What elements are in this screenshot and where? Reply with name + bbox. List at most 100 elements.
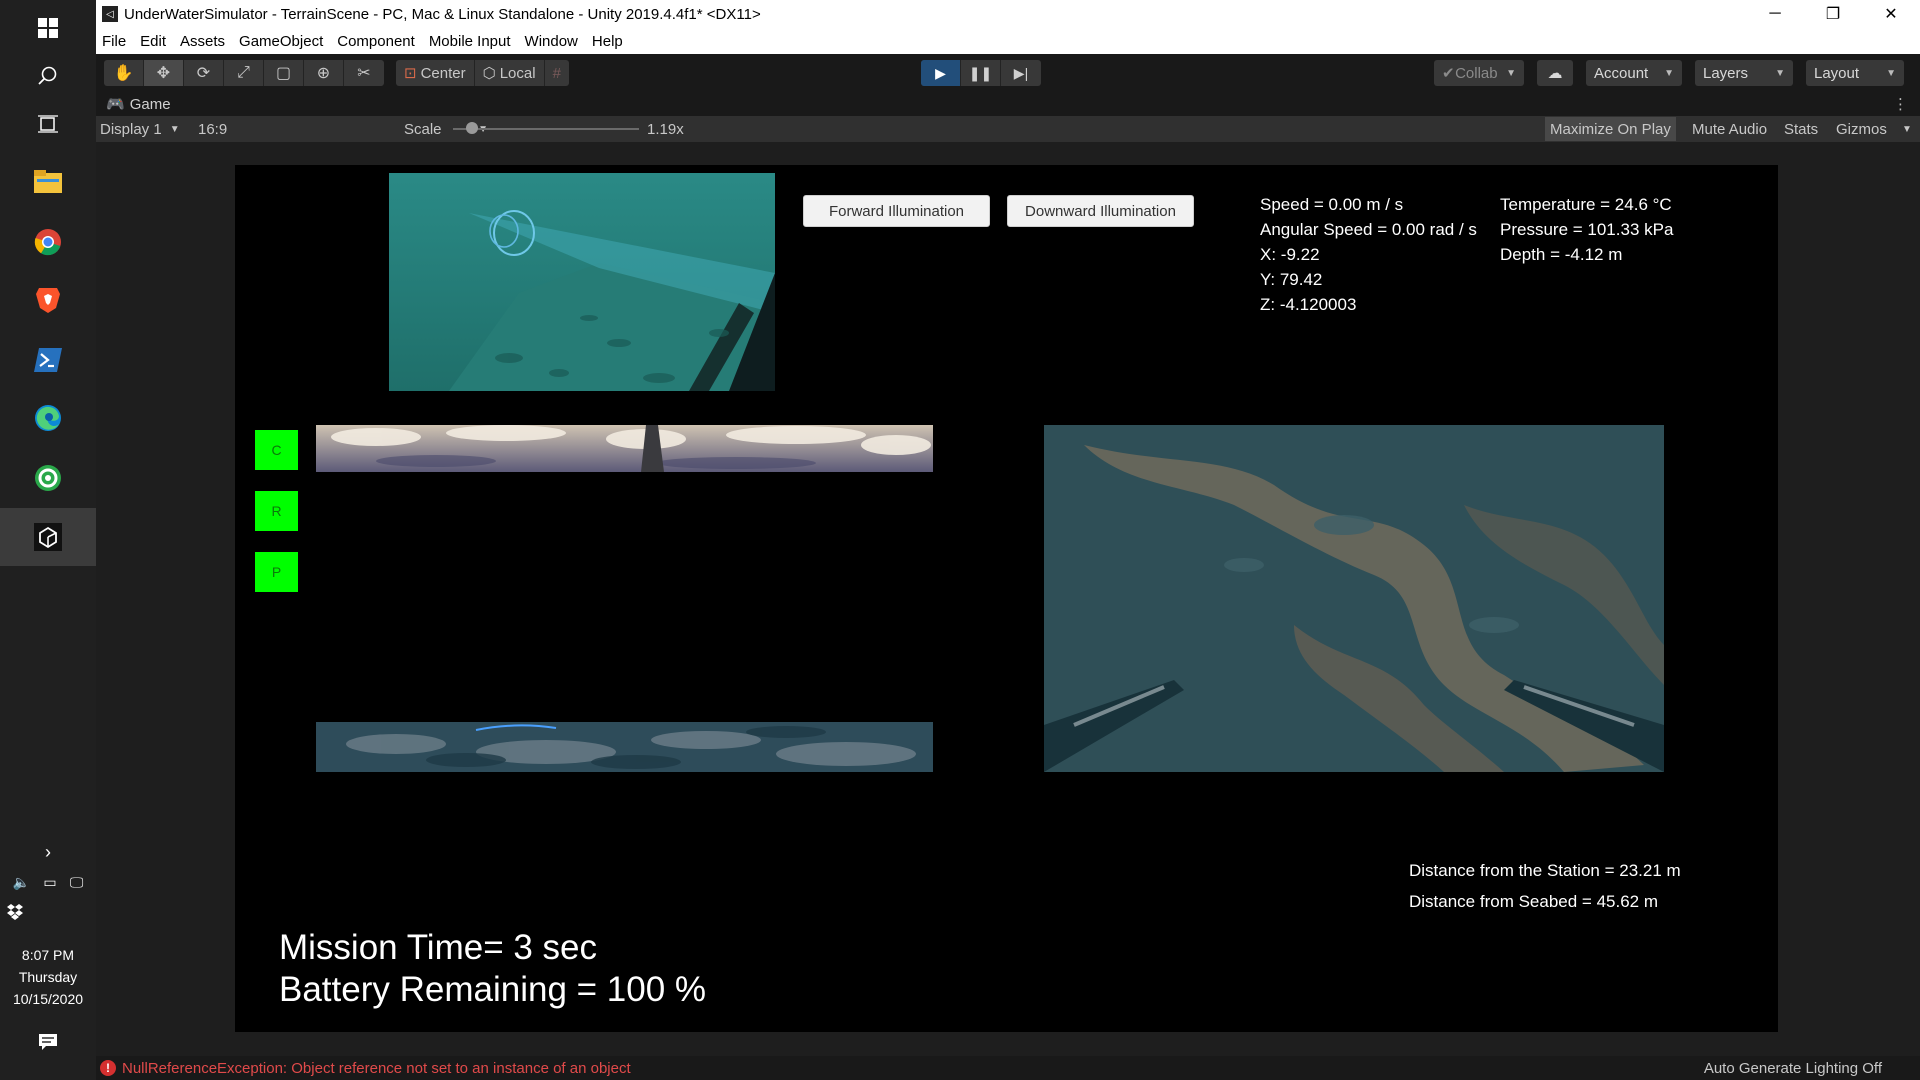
chevron-down-icon: ▼ (1506, 67, 1516, 79)
show-hidden-icons-chevron-icon[interactable]: › (0, 842, 96, 863)
powershell-icon[interactable] (0, 332, 96, 388)
custom-tool-icon[interactable]: ✂ (344, 60, 384, 86)
chevron-down-icon: ▼ (169, 123, 180, 135)
gizmos-button[interactable]: Gizmos (1831, 117, 1892, 141)
camera-c-button[interactable]: C (255, 430, 298, 470)
camera-r-button[interactable]: R (255, 491, 298, 531)
upward-camera-feed (316, 425, 933, 472)
menu-edit[interactable]: Edit (133, 33, 173, 50)
menu-file[interactable]: File (96, 33, 133, 50)
restore-button[interactable]: ❐ (1804, 0, 1862, 28)
forward-illumination-button[interactable]: Forward Illumination (803, 195, 990, 227)
tab-game[interactable]: 🎮 Game (96, 95, 171, 114)
rotate-tool-icon[interactable]: ⟳ (184, 60, 224, 86)
display-dropdown[interactable]: Display 1 ▼ (100, 119, 184, 139)
task-view-icon[interactable] (0, 96, 96, 152)
layout-dropdown[interactable]: Layout ▼ (1806, 60, 1904, 86)
z-readout: Z: -4.120003 (1260, 295, 1357, 314)
unity-logo-icon: ◁ (102, 6, 118, 22)
greenshot-icon[interactable] (0, 450, 96, 506)
cloud-button[interactable]: ☁ (1537, 60, 1573, 86)
window-title: UnderWaterSimulator - TerrainScene - PC,… (124, 5, 761, 23)
unity-icon[interactable] (0, 508, 96, 566)
pivot-rotation-button[interactable]: ⬡ Local (475, 60, 545, 86)
temperature-readout: Temperature = 24.6 °C (1500, 195, 1672, 214)
windows-taskbar: › 🔈 ▭ 🖵 8:07 PM Thursday 10/15/2020 (0, 0, 96, 1080)
step-button[interactable]: ▶| (1001, 60, 1041, 86)
gamepad-icon: 🎮 (106, 96, 125, 113)
system-tray-icons: 🔈 ▭ 🖵 (0, 874, 96, 891)
volume-icon[interactable]: 🔈 (13, 874, 30, 891)
status-bar: ! NullReferenceException: Object referen… (96, 1056, 1920, 1080)
chrome-icon[interactable] (0, 214, 96, 270)
error-text: NullReferenceException: Object reference… (122, 1059, 631, 1077)
hand-tool-icon[interactable]: ✋ (104, 60, 144, 86)
stats-button[interactable]: Stats (1779, 117, 1823, 141)
collab-label: Collab (1455, 64, 1498, 82)
scale-slider-track[interactable] (453, 128, 639, 130)
mute-audio-button[interactable]: Mute Audio (1687, 117, 1772, 141)
brave-icon[interactable] (0, 272, 96, 328)
battery-icon[interactable]: ▭ (43, 874, 56, 891)
scale-tool-icon[interactable]: ⤢ (224, 60, 264, 86)
grid-snap-icon[interactable]: # (545, 60, 569, 86)
pivot-rotation-label: Local (499, 64, 536, 82)
action-center-icon[interactable] (0, 1032, 96, 1055)
lighting-status[interactable]: Auto Generate Lighting Off (1704, 1060, 1882, 1077)
file-explorer-icon[interactable] (0, 154, 96, 210)
dropbox-icon[interactable] (0, 904, 96, 923)
downward-camera-feed (316, 722, 933, 772)
layers-label: Layers (1703, 64, 1749, 82)
rect-tool-icon[interactable]: ▢ (264, 60, 304, 86)
scale-value: 1.19x (647, 120, 684, 138)
game-view[interactable]: Forward Illumination Downward Illuminati… (235, 165, 1778, 1032)
transform-tool-icon[interactable]: ⊕ (304, 60, 344, 86)
clock-date: 10/15/2020 (12, 991, 84, 1007)
layers-dropdown[interactable]: Layers ▼ (1695, 60, 1793, 86)
scale-slider-thumb[interactable] (465, 122, 478, 134)
account-label: Account (1594, 64, 1649, 82)
aspect-label: 16:9 (198, 120, 228, 138)
seabed-camera-feed (1044, 425, 1664, 772)
downward-illumination-button[interactable]: Downward Illumination (1007, 195, 1194, 227)
taskbar-clock[interactable]: 8:07 PM Thursday 10/15/2020 (0, 944, 96, 1010)
telemetry-motion: Speed = 0.00 m / s Angular Speed = 0.00 … (1260, 192, 1477, 317)
play-button[interactable]: ▶ (921, 60, 961, 86)
gizmos-chevron-down-icon[interactable]: ▼ (1902, 119, 1912, 139)
distance-station-readout: Distance from the Station = 23.21 m (1409, 861, 1681, 880)
game-tab-bar: 🎮 Game ⋮ (96, 92, 1920, 116)
tab-game-label: Game (129, 95, 171, 113)
pause-button[interactable]: ❚❚ (961, 60, 1001, 86)
pivot-mode-button[interactable]: ⊡ Center (396, 60, 475, 86)
console-error-message[interactable]: ! NullReferenceException: Object referen… (96, 1060, 631, 1077)
maximize-on-play-button[interactable]: Maximize On Play (1545, 117, 1676, 141)
depth-readout: Depth = -4.12 m (1500, 245, 1623, 264)
account-dropdown[interactable]: Account ▼ (1586, 60, 1682, 86)
aspect-dropdown[interactable]: 16:9 ▼ (198, 119, 488, 139)
minimize-button[interactable]: ─ (1746, 0, 1804, 28)
play-controls: ▶ ❚❚ ▶| (921, 60, 1041, 86)
menu-help[interactable]: Help (585, 33, 630, 50)
more-options-icon[interactable]: ⋮ (1893, 95, 1908, 113)
cube-icon: ⬡ (482, 65, 496, 82)
collab-dropdown[interactable]: ✔ Collab ▼ (1434, 60, 1524, 86)
distance-seabed-readout: Distance from Seabed = 45.62 m (1409, 892, 1658, 911)
transform-tools: ✋ ✥ ⟳ ⤢ ▢ ⊕ ✂ (104, 60, 384, 86)
menu-gameobject[interactable]: GameObject (232, 33, 330, 50)
scale-label: Scale (404, 120, 442, 138)
close-button[interactable]: ✕ (1862, 0, 1920, 28)
edge-icon[interactable] (0, 390, 96, 446)
menu-mobile-input[interactable]: Mobile Input (422, 33, 518, 50)
menu-component[interactable]: Component (330, 33, 422, 50)
move-tool-icon[interactable]: ✥ (144, 60, 184, 86)
speed-readout: Speed = 0.00 m / s (1260, 195, 1404, 214)
distance-readouts: Distance from the Station = 23.21 m Dist… (1409, 855, 1681, 917)
collab-check-icon: ✔ (1442, 65, 1455, 82)
layout-label: Layout (1814, 64, 1860, 82)
menu-assets[interactable]: Assets (173, 33, 232, 50)
chevron-down-icon: ▼ (1886, 67, 1896, 79)
camera-p-button[interactable]: P (255, 552, 298, 592)
network-icon[interactable]: 🖵 (70, 874, 84, 891)
menu-window[interactable]: Window (518, 33, 585, 50)
battery-remaining-readout: Battery Remaining = 100 % (279, 970, 707, 1009)
